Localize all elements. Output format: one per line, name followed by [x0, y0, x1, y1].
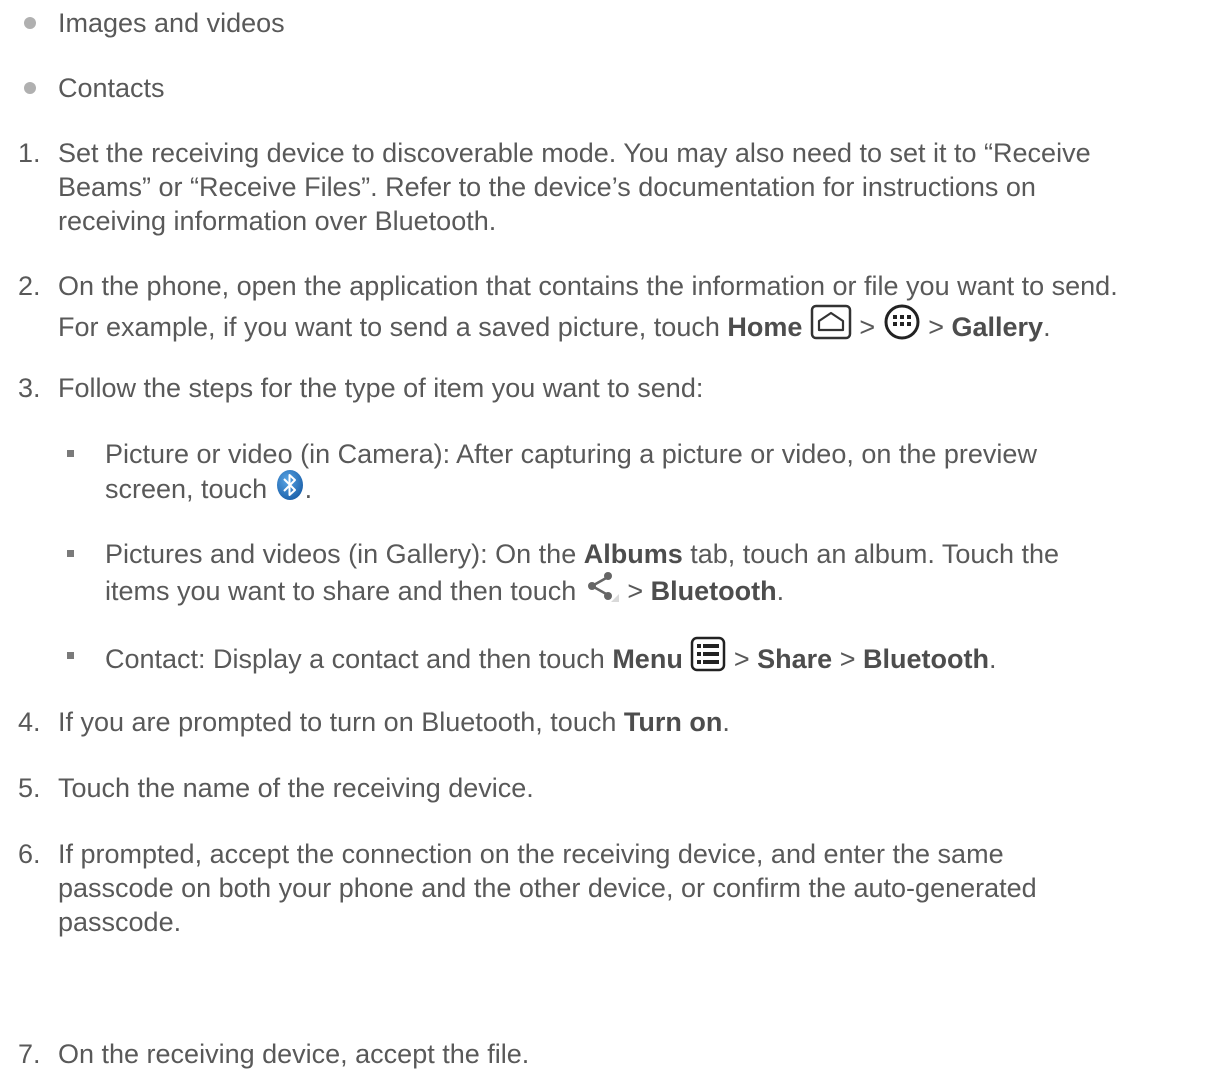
substep-text-line: Contact: Display a contact and then touc… — [105, 636, 997, 683]
step-number: 4. — [18, 707, 41, 737]
step-number: 7. — [18, 1039, 41, 1069]
bullet-text: Contacts — [58, 73, 165, 103]
menu-icon — [690, 636, 726, 680]
substep-text-line: items you want to share and then touch >… — [105, 572, 784, 614]
step-text: On the receiving device, accept the file… — [58, 1039, 530, 1069]
home-label: Home — [727, 312, 803, 343]
step-text: Follow the steps for the type of item yo… — [58, 373, 704, 403]
home-icon — [810, 304, 852, 348]
albums-label: Albums — [583, 539, 683, 569]
step-text-line: If you are prompted to turn on Bluetooth… — [58, 707, 730, 737]
step-number: 1. — [18, 138, 41, 168]
apps-icon — [883, 303, 921, 349]
step-text: On the phone, open the application that … — [58, 271, 1118, 301]
step-number: 2. — [18, 271, 41, 301]
step-number: 6. — [18, 839, 41, 869]
bullet-square — [67, 550, 74, 557]
step-text: receiving information over Bluetooth. — [58, 206, 497, 236]
bullet-dot — [24, 82, 36, 94]
bullet-text: Images and videos — [58, 8, 285, 38]
menu-label: Menu — [612, 644, 683, 675]
share-label: Share — [757, 644, 833, 675]
substep-text-line: screen, touch . — [105, 469, 312, 511]
bullet-dot — [24, 17, 36, 29]
step-text: Touch the name of the receiving device. — [58, 773, 534, 803]
step-text: passcode on both your phone and the othe… — [58, 873, 1037, 903]
turn-on-label: Turn on — [623, 707, 723, 737]
step-text: passcode. — [58, 907, 182, 937]
substep-text: Picture or video (in Camera): After capt… — [105, 439, 1037, 469]
bluetooth-icon — [275, 469, 305, 509]
substep-text-line: Pictures and videos (in Gallery): On the… — [105, 539, 1059, 569]
step-text: If prompted, accept the connection on th… — [58, 839, 1004, 869]
step-number: 3. — [18, 373, 41, 403]
bluetooth-label: Bluetooth — [863, 644, 989, 675]
step-text-line: For example, if you want to send a saved… — [58, 303, 1051, 352]
step-text: Beams” or “Receive Files”. Refer to the … — [58, 172, 1036, 202]
share-icon — [584, 569, 620, 611]
gallery-label: Gallery — [951, 312, 1044, 343]
step-number: 5. — [18, 773, 41, 803]
bluetooth-label: Bluetooth — [650, 576, 777, 607]
bullet-square — [67, 450, 74, 457]
bullet-square — [67, 652, 74, 659]
step-text: Set the receiving device to discoverable… — [58, 138, 1091, 168]
